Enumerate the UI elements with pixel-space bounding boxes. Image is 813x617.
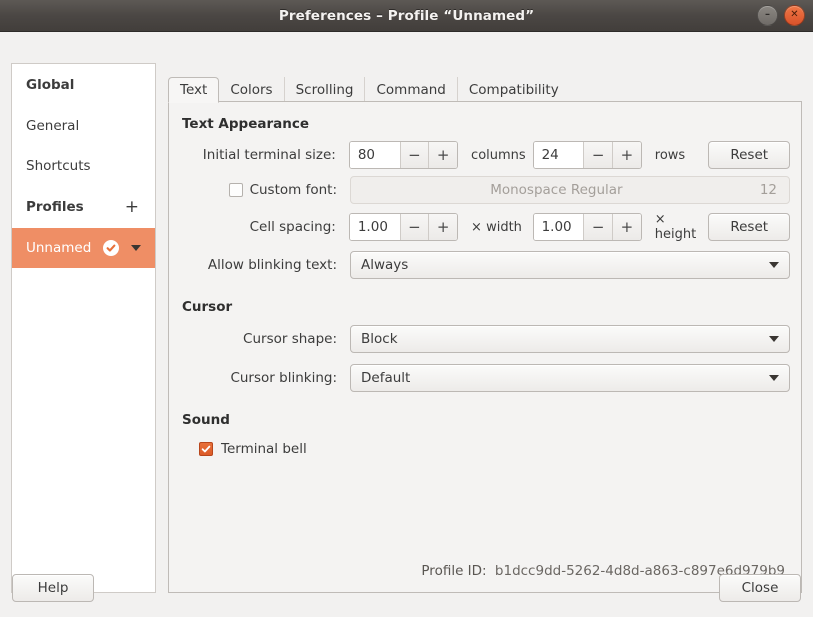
cell-height-decrement-button[interactable]: − — [583, 214, 612, 240]
section-sound-title: Sound — [182, 412, 230, 428]
sidebar-item-general-label: General — [26, 118, 79, 134]
tab-text-label: Text — [180, 82, 207, 98]
cell-spacing-reset-button[interactable]: Reset — [708, 213, 790, 241]
row-custom-font: Custom font: Monospace Regular 12 — [182, 175, 790, 205]
custom-font-checkbox[interactable] — [229, 183, 243, 197]
help-button[interactable]: Help — [12, 574, 94, 602]
tab-compatibility-label: Compatibility — [469, 82, 559, 98]
section-cursor-title: Cursor — [182, 299, 232, 315]
chevron-down-icon — [769, 262, 779, 268]
cursor-shape-value: Block — [361, 331, 398, 347]
cursor-blinking-value: Default — [361, 370, 410, 386]
cell-width-input[interactable]: 1.00 — [350, 214, 400, 240]
cell-height-increment-button[interactable]: + — [612, 214, 641, 240]
rows-unit-label: rows — [655, 148, 707, 163]
cell-width-unit-label: × width — [471, 220, 533, 235]
custom-font-size: 12 — [750, 182, 777, 198]
custom-font-label: Custom font: — [250, 182, 337, 198]
sidebar-header-profiles-label: Profiles — [26, 199, 84, 215]
cell-height-input[interactable]: 1.00 — [534, 214, 584, 240]
tab-scrolling-label: Scrolling — [296, 82, 354, 98]
custom-font-button[interactable]: Monospace Regular 12 — [350, 176, 790, 204]
rows-input[interactable]: 24 — [534, 142, 584, 168]
chevron-down-icon — [769, 375, 779, 381]
columns-spinner[interactable]: 80 − + — [349, 141, 458, 169]
allow-blinking-text-label: Allow blinking text: — [182, 257, 337, 273]
terminal-size-reset-button[interactable]: Reset — [708, 141, 790, 169]
cursor-shape-combo[interactable]: Block — [350, 325, 790, 353]
minimize-button[interactable]: – — [757, 5, 778, 26]
sidebar-header-global-label: Global — [26, 77, 74, 93]
terminal-bell-label: Terminal bell — [221, 441, 307, 457]
row-initial-terminal-size: Initial terminal size: 80 − + columns 24… — [182, 140, 790, 170]
sidebar-item-shortcuts-label: Shortcuts — [26, 158, 91, 174]
rows-decrement-button[interactable]: − — [583, 142, 612, 168]
cell-height-spinner[interactable]: 1.00 − + — [533, 213, 642, 241]
cursor-blinking-label: Cursor blinking: — [182, 370, 337, 386]
rows-increment-button[interactable]: + — [612, 142, 641, 168]
columns-increment-button[interactable]: + — [428, 142, 457, 168]
allow-blinking-text-value: Always — [361, 257, 408, 273]
cell-spacing-label: Cell spacing: — [182, 219, 336, 235]
row-cursor-shape: Cursor shape: Block — [182, 324, 790, 354]
sidebar-item-general[interactable]: General — [12, 106, 155, 146]
row-terminal-bell: Terminal bell — [199, 434, 307, 464]
window-title: Preferences – Profile “Unnamed” — [279, 8, 534, 24]
initial-terminal-size-label: Initial terminal size: — [182, 147, 336, 163]
tab-command[interactable]: Command — [365, 77, 457, 102]
add-profile-button[interactable]: + — [125, 199, 141, 216]
titlebar: Preferences – Profile “Unnamed” – ✕ — [0, 0, 813, 32]
tab-scrolling[interactable]: Scrolling — [285, 77, 366, 102]
cell-height-unit-label: × height — [655, 212, 707, 242]
close-button[interactable]: ✕ — [784, 5, 805, 26]
close-dialog-button[interactable]: Close — [719, 574, 801, 602]
tab-colors[interactable]: Colors — [219, 77, 284, 102]
row-allow-blinking-text: Allow blinking text: Always — [182, 250, 790, 280]
close-icon: ✕ — [790, 10, 798, 20]
cell-width-spinner[interactable]: 1.00 − + — [349, 213, 458, 241]
tab-colors-label: Colors — [230, 82, 272, 98]
columns-input[interactable]: 80 — [350, 142, 400, 168]
sidebar-item-profile-unnamed-label: Unnamed — [26, 240, 91, 256]
terminal-bell-checkbox[interactable] — [199, 442, 213, 456]
window-controls: – ✕ — [757, 0, 805, 31]
cell-width-decrement-button[interactable]: − — [400, 214, 429, 240]
sidebar-item-shortcuts[interactable]: Shortcuts — [12, 146, 155, 186]
tab-command-label: Command — [376, 82, 445, 98]
tab-bar: Text Colors Scrolling Command Compatibil… — [168, 76, 570, 102]
text-tab-panel: Text Appearance Initial terminal size: 8… — [168, 101, 802, 593]
sidebar-header-global: Global — [12, 64, 155, 106]
profile-menu-chevron-down-icon[interactable] — [131, 245, 141, 251]
preferences-dialog: Global General Shortcuts Profiles + Unna… — [0, 32, 813, 617]
tab-compatibility[interactable]: Compatibility — [458, 77, 570, 102]
cell-width-increment-button[interactable]: + — [428, 214, 457, 240]
columns-decrement-button[interactable]: − — [400, 142, 429, 168]
cursor-blinking-combo[interactable]: Default — [350, 364, 790, 392]
profile-default-check-icon — [103, 240, 119, 256]
sidebar-item-profile-unnamed[interactable]: Unnamed — [12, 228, 155, 268]
chevron-down-icon — [769, 336, 779, 342]
minimize-icon: – — [765, 10, 770, 20]
sidebar-header-profiles: Profiles + — [12, 186, 155, 228]
row-cursor-blinking: Cursor blinking: Default — [182, 363, 790, 393]
sidebar: Global General Shortcuts Profiles + Unna… — [11, 63, 156, 593]
section-text-appearance-title: Text Appearance — [182, 116, 309, 132]
custom-font-name: Monospace Regular — [363, 182, 750, 198]
allow-blinking-text-combo[interactable]: Always — [350, 251, 790, 279]
rows-spinner[interactable]: 24 − + — [533, 141, 642, 169]
row-cell-spacing: Cell spacing: 1.00 − + × width 1.00 − + … — [182, 212, 790, 242]
cursor-shape-label: Cursor shape: — [182, 331, 337, 347]
dialog-footer: Help Close — [0, 562, 813, 617]
columns-unit-label: columns — [471, 148, 533, 163]
tab-text[interactable]: Text — [168, 77, 219, 103]
